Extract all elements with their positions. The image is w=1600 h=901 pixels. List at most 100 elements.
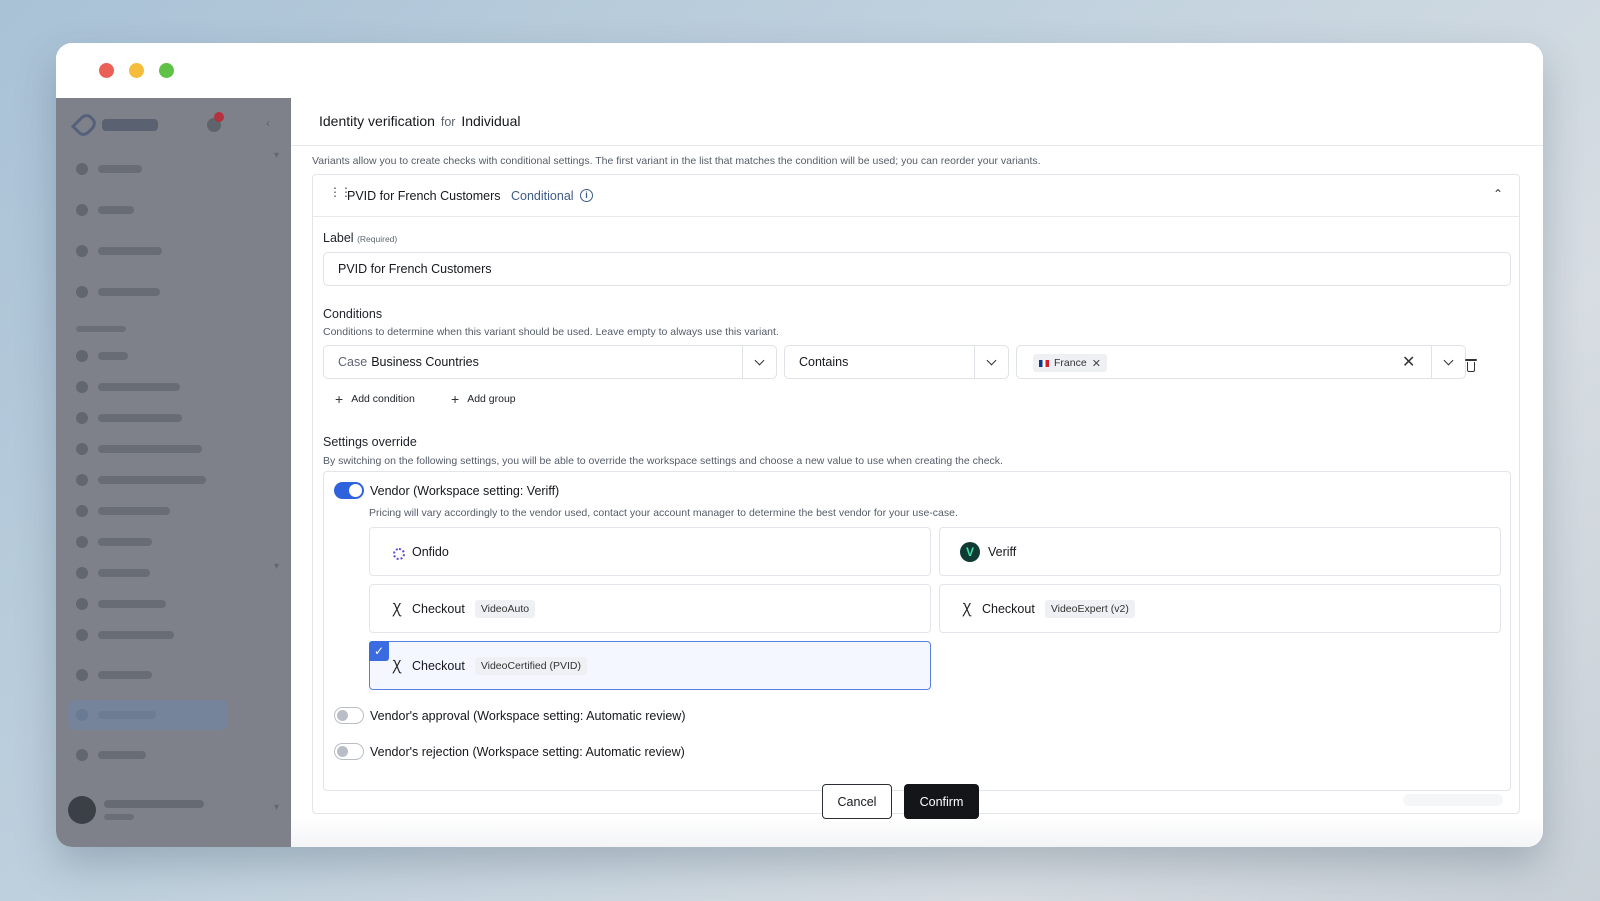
chevron-down-icon[interactable] xyxy=(742,346,776,378)
country-chip: France ✕ xyxy=(1033,354,1107,372)
vendor-badge: VideoAuto xyxy=(474,599,536,618)
logo-wordmark xyxy=(102,119,158,131)
sidebar-item[interactable] xyxy=(76,531,152,553)
vendor-option-checkout-videoexpert[interactable]: Ꭓ Checkout VideoExpert (v2) xyxy=(939,584,1501,633)
condition-value-multiselect[interactable]: France ✕ ✕ xyxy=(1016,345,1466,379)
variant-card: ⋮⋮ PVID for French Customers Conditional… xyxy=(312,174,1520,814)
conditional-tag: Conditional xyxy=(511,189,574,203)
cancel-button[interactable]: Cancel xyxy=(822,784,892,819)
condition-field-select[interactable]: Case Business Countries xyxy=(323,345,777,379)
remove-chip-icon[interactable]: ✕ xyxy=(1092,357,1101,370)
sidebar-item[interactable] xyxy=(76,744,146,766)
user-role xyxy=(104,814,134,820)
vendor-rejection-toggle[interactable] xyxy=(334,743,364,760)
user-name xyxy=(104,800,204,808)
sidebar-item[interactable] xyxy=(76,199,134,221)
vendor-option-checkout-videocertified[interactable]: ✓ Ꭓ Checkout VideoCertified (PVID) xyxy=(369,641,931,690)
label-input[interactable]: PVID for French Customers xyxy=(323,252,1511,286)
vendor-name: Veriff xyxy=(988,544,1017,559)
maximize-window-button[interactable] xyxy=(159,63,174,78)
minimize-window-button[interactable] xyxy=(129,63,144,78)
nav-icon xyxy=(76,567,88,579)
add-condition-button[interactable]: + Add condition xyxy=(335,391,415,407)
nav-icon xyxy=(76,412,88,424)
checkout-icon: Ꭓ xyxy=(392,600,402,616)
nav-icon xyxy=(76,629,88,641)
veriff-icon: V xyxy=(960,541,980,562)
trash-icon[interactable] xyxy=(1465,358,1477,372)
nav-icon xyxy=(76,749,88,761)
conditions-title: Conditions xyxy=(323,307,383,321)
nav-icon xyxy=(76,505,88,517)
sidebar-item[interactable] xyxy=(76,407,182,429)
modal-title-for: for xyxy=(440,115,456,129)
nav-icon xyxy=(76,163,88,175)
settings-hint: By switching on the following settings, … xyxy=(323,455,1003,467)
notification-badge xyxy=(214,112,224,122)
confirm-button[interactable]: Confirm xyxy=(904,784,979,819)
sidebar-item[interactable] xyxy=(76,624,174,646)
chevron-down-icon[interactable]: ▾ xyxy=(274,150,279,161)
sidebar-item[interactable] xyxy=(76,562,150,584)
label-input-value: PVID for French Customers xyxy=(338,262,492,276)
condition-operator-select[interactable]: Contains xyxy=(784,345,1009,379)
nav-icon xyxy=(76,536,88,548)
checkmark-icon: ✓ xyxy=(369,641,389,661)
modal-title: Identity verification for Individual xyxy=(319,113,520,129)
sidebar-item[interactable] xyxy=(76,438,202,460)
vendor-name: Onfido xyxy=(412,544,449,559)
conditions-hint: Conditions to determine when this varian… xyxy=(323,326,779,338)
vendor-option-veriff[interactable]: V Veriff xyxy=(939,527,1501,576)
modal-header: Identity verification for Individual xyxy=(291,98,1543,146)
sidebar-item[interactable] xyxy=(76,281,160,303)
drag-handle-icon[interactable]: ⋮⋮ xyxy=(329,186,352,198)
logo xyxy=(70,110,158,140)
edit-check-modal: Identity verification for Individual Var… xyxy=(291,98,1543,847)
sidebar-dimmed: ‹ ▾ ▾ ▾ xyxy=(56,98,291,847)
sidebar-item[interactable] xyxy=(76,500,170,522)
sidebar-item[interactable] xyxy=(76,345,128,367)
variants-hint: Variants allow you to create checks with… xyxy=(312,155,1041,167)
variant-header[interactable]: ⋮⋮ PVID for French Customers Conditional… xyxy=(313,175,1519,217)
collapse-icon[interactable]: ‹ xyxy=(266,116,270,130)
nav-icon xyxy=(76,669,88,681)
clear-icon[interactable]: ✕ xyxy=(1402,352,1415,372)
nav-icon xyxy=(76,204,88,216)
condition-operator-value: Contains xyxy=(799,355,849,369)
sidebar-item[interactable] xyxy=(76,593,166,615)
logo-icon xyxy=(70,110,100,140)
sidebar-item[interactable] xyxy=(76,158,142,180)
info-icon[interactable]: i xyxy=(580,189,593,202)
chevron-down-icon[interactable]: ▾ xyxy=(274,802,279,813)
vendor-toggle-label: Vendor (Workspace setting: Veriff) xyxy=(370,484,560,498)
app-window: ‹ ▾ ▾ ▾ Identity verification for Indivi… xyxy=(56,43,1543,847)
vendor-name: Checkout xyxy=(412,658,465,673)
vendor-option-checkout-videoauto[interactable]: Ꭓ Checkout VideoAuto xyxy=(369,584,931,633)
vendor-toggle[interactable] xyxy=(334,482,364,499)
modal-title-entity: Individual xyxy=(461,113,521,129)
vendor-badge: VideoCertified (PVID) xyxy=(474,656,587,675)
add-group-button[interactable]: + Add group xyxy=(451,391,516,407)
sidebar-item[interactable] xyxy=(76,240,162,262)
chevron-down-icon[interactable]: ▾ xyxy=(274,561,279,572)
chevron-down-icon[interactable] xyxy=(974,346,1008,378)
sidebar-item[interactable] xyxy=(76,376,180,398)
onfido-icon xyxy=(390,545,405,560)
nav-icon xyxy=(76,286,88,298)
dimmed-action-button xyxy=(1403,794,1503,806)
condition-field-value: Business Countries xyxy=(371,355,479,369)
sidebar-item[interactable] xyxy=(76,469,206,491)
sidebar-item[interactable] xyxy=(76,664,152,686)
avatar[interactable] xyxy=(68,796,96,824)
required-hint: (Required) xyxy=(357,234,398,244)
close-window-button[interactable] xyxy=(99,63,114,78)
chevron-up-icon[interactable]: ⌃ xyxy=(1493,187,1503,201)
vendor-approval-toggle[interactable] xyxy=(334,707,364,724)
modal-title-main: Identity verification xyxy=(319,113,435,129)
sidebar-item[interactable] xyxy=(76,704,156,726)
vendor-option-onfido[interactable]: Onfido xyxy=(369,527,931,576)
nav-icon xyxy=(76,474,88,486)
chevron-down-icon[interactable] xyxy=(1431,346,1465,378)
label-title: Label xyxy=(323,231,354,245)
sidebar-section-label xyxy=(76,326,126,332)
